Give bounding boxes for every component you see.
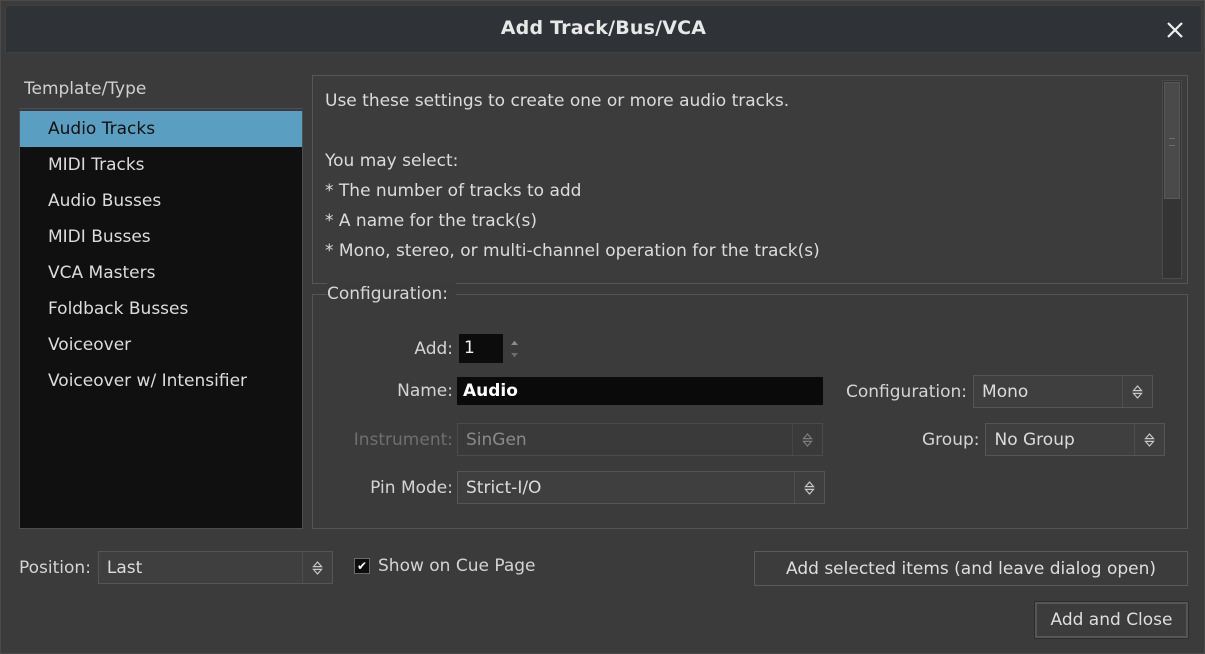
pin-mode-label: Pin Mode: xyxy=(370,477,453,498)
position-value: Last xyxy=(106,557,143,578)
pin-mode-row: Pin Mode: Strict-I/O xyxy=(351,471,825,504)
chevron-updown-icon xyxy=(1134,424,1164,455)
instrument-label: Instrument: xyxy=(353,429,453,450)
description-text: Use these settings to create one or more… xyxy=(325,91,820,261)
sidebar-item-voiceover-intensifier[interactable]: Voiceover w/ Intensifier xyxy=(20,363,302,399)
channel-configuration-label: Configuration: xyxy=(846,381,968,402)
instrument-select: SinGen xyxy=(457,423,823,456)
sidebar-item-midi-busses[interactable]: MIDI Busses xyxy=(20,219,302,255)
sidebar-item-vca-masters[interactable]: VCA Masters xyxy=(20,255,302,291)
template-type-header: Template/Type xyxy=(19,79,303,109)
group-value: No Group xyxy=(994,429,1075,450)
position-row: Position: Last xyxy=(19,551,333,584)
instrument-value: SinGen xyxy=(466,429,527,450)
pin-mode-select[interactable]: Strict-I/O xyxy=(457,471,825,504)
dialog-titlebar: Add Track/Bus/VCA xyxy=(5,5,1202,53)
template-type-panel: Template/Type Audio Tracks MIDI Tracks A… xyxy=(19,79,303,529)
template-type-list[interactable]: Audio Tracks MIDI Tracks Audio Busses MI… xyxy=(19,111,303,529)
add-and-close-button[interactable]: Add and Close xyxy=(1034,601,1189,639)
show-on-cue-page-checkbox[interactable]: ✔ Show on Cue Page xyxy=(354,556,536,576)
description-box: Use these settings to create one or more… xyxy=(312,75,1188,284)
track-name-row: Name: Audio xyxy=(387,377,823,405)
add-count-row: Add: 1 xyxy=(393,334,521,363)
sidebar-item-midi-tracks[interactable]: MIDI Tracks xyxy=(20,147,302,183)
position-select[interactable]: Last xyxy=(97,551,333,584)
position-label: Position: xyxy=(19,557,91,578)
description-scrollbar[interactable] xyxy=(1162,80,1182,279)
checkbox-box[interactable]: ✔ xyxy=(354,558,370,574)
group-label: Group: xyxy=(922,429,980,450)
channel-configuration-row: Configuration: Mono xyxy=(846,375,1154,408)
add-count-input[interactable]: 1 xyxy=(459,334,503,363)
group-select[interactable]: No Group xyxy=(985,423,1166,456)
add-track-dialog: Add Track/Bus/VCA Template/Type Audio Tr… xyxy=(0,0,1205,654)
channel-configuration-select[interactable]: Mono xyxy=(973,375,1154,408)
channel-configuration-value: Mono xyxy=(982,381,1029,402)
chevron-updown-icon xyxy=(794,472,824,503)
scrollbar-grip-icon xyxy=(1169,137,1175,146)
sidebar-item-foldback-busses[interactable]: Foldback Busses xyxy=(20,291,302,327)
add-count-stepper[interactable]: 1 xyxy=(459,334,521,363)
chevron-down-icon[interactable] xyxy=(510,352,519,358)
description-scrollbar-thumb[interactable] xyxy=(1164,82,1180,199)
sidebar-item-audio-tracks[interactable]: Audio Tracks xyxy=(20,111,302,147)
sidebar-item-audio-busses[interactable]: Audio Busses xyxy=(20,183,302,219)
configuration-group: Configuration: Add: 1 Name: Audio Config… xyxy=(312,282,1188,529)
show-on-cue-page-label: Show on Cue Page xyxy=(378,556,536,576)
track-name-label: Name: xyxy=(397,381,453,401)
settings-panel: Use these settings to create one or more… xyxy=(312,75,1188,529)
add-count-arrows[interactable] xyxy=(503,334,521,363)
add-selected-items-button[interactable]: Add selected items (and leave dialog ope… xyxy=(754,551,1188,586)
instrument-row: Instrument: SinGen xyxy=(329,423,823,456)
group-row: Group: No Group xyxy=(922,423,1166,456)
chevron-up-icon[interactable] xyxy=(510,340,519,346)
close-icon[interactable] xyxy=(1157,12,1193,48)
track-name-input[interactable]: Audio xyxy=(457,377,823,405)
dialog-title: Add Track/Bus/VCA xyxy=(500,17,707,39)
chevron-updown-icon xyxy=(792,424,822,455)
add-count-label: Add: xyxy=(414,338,453,359)
chevron-updown-icon xyxy=(301,552,332,583)
pin-mode-value: Strict-I/O xyxy=(466,477,542,498)
configuration-legend: Configuration: xyxy=(327,282,457,306)
chevron-updown-icon xyxy=(1122,376,1152,407)
sidebar-item-voiceover[interactable]: Voiceover xyxy=(20,327,302,363)
